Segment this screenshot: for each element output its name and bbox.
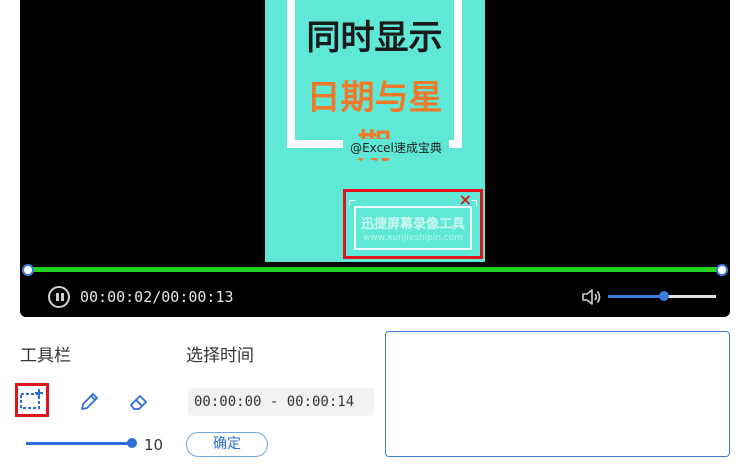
selection-list-box[interactable] — [385, 331, 730, 457]
time-select-label: 选择时间 — [186, 346, 254, 366]
confirm-button[interactable]: 确定 — [186, 432, 268, 457]
progress-start-handle[interactable] — [22, 264, 34, 276]
video-title-line1: 同时显示 — [306, 18, 443, 58]
video-title-card: 同时显示 日期与星期 — [287, 0, 462, 167]
playback-time: 00:00:02/00:00:13 — [80, 288, 234, 306]
volume-icon[interactable] — [580, 287, 602, 307]
pen-button[interactable] — [72, 385, 106, 419]
volume-handle[interactable] — [659, 291, 670, 301]
video-player: 同时显示 日期与星期 @Excel速成宝典 × 迅捷屏幕录像工具 www.xun… — [20, 0, 730, 317]
brush-size-handle[interactable] — [127, 438, 137, 448]
progress-bar[interactable] — [28, 267, 722, 272]
add-selection-button[interactable] — [15, 383, 49, 417]
eraser-button[interactable] — [122, 385, 156, 419]
pause-button[interactable] — [48, 286, 70, 308]
progress-end-handle[interactable] — [716, 264, 728, 276]
pen-icon — [81, 393, 98, 410]
watermark: 迅捷屏幕录像工具 www.xunjieshipin.com — [354, 206, 472, 250]
eraser-icon — [130, 395, 147, 410]
time-range-field[interactable]: 00:00:00 - 00:00:14 — [188, 388, 374, 416]
toolbar-label: 工具栏 — [20, 346, 71, 366]
watermark-text: 迅捷屏幕录像工具 — [360, 217, 465, 232]
brush-size-value: 10 — [144, 436, 164, 454]
add-selection-icon — [20, 389, 43, 409]
watermark-selection[interactable]: × 迅捷屏幕录像工具 www.xunjieshipin.com — [343, 189, 483, 259]
watermark-url: www.xunjieshipin.com — [362, 233, 464, 243]
volume-level — [608, 295, 665, 298]
brush-size-slider[interactable] — [26, 442, 133, 445]
video-credit: @Excel速成宝典 — [343, 139, 449, 158]
